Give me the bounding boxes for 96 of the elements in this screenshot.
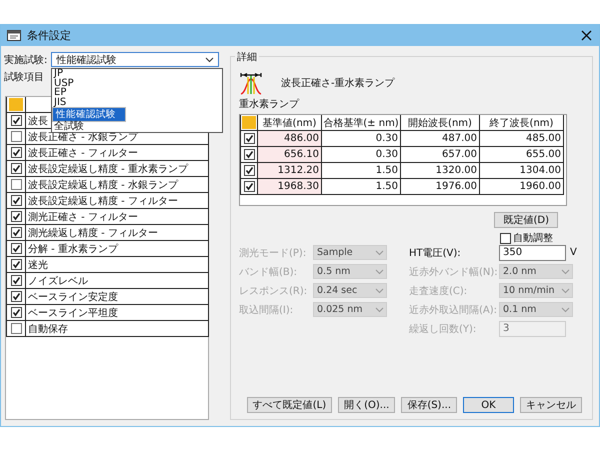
chevron-icon (561, 268, 570, 274)
checkbox[interactable] (10, 323, 22, 334)
field-label: 近赤外バンド幅(N): (409, 266, 495, 278)
table-cell: 487.00 (401, 131, 480, 147)
checkbox[interactable] (10, 307, 22, 318)
dropdown-option[interactable]: USP (52, 78, 222, 88)
table-cell: 0.30 (322, 147, 401, 163)
checkbox[interactable] (500, 232, 511, 244)
table-cell: 1960.00 (480, 179, 564, 195)
checkbox[interactable] (244, 181, 254, 192)
unit-label: V (570, 247, 577, 258)
dropdown-option[interactable]: JP (52, 69, 222, 78)
table-cell: 1.50 (322, 163, 401, 179)
test-item-name: 測光繰返し精度 - フィルター (28, 226, 158, 240)
field-label: 繰返し回数(Y): (409, 322, 478, 336)
test-item-name: 波長設定繰返し精度 - フィルター (28, 194, 178, 208)
chevron-icon (375, 268, 384, 274)
field-label: バンド幅(B): (239, 266, 298, 278)
test-item-name: ベースライン安定度 (28, 290, 118, 304)
table-cell: 0.30 (322, 131, 401, 147)
checkbox[interactable] (10, 179, 22, 190)
table-cell: 655.00 (480, 147, 564, 163)
table-cell: 657.00 (401, 147, 480, 163)
checkbox[interactable] (10, 147, 22, 158)
checkbox[interactable] (10, 115, 22, 126)
checkbox[interactable] (10, 291, 22, 302)
checkbox[interactable] (10, 195, 22, 206)
field-label: レスポンス(R): (239, 284, 308, 298)
table-cell: 1304.00 (480, 163, 564, 179)
table-cell: 485.00 (480, 131, 564, 147)
default-button[interactable]: 既定値(D) (494, 212, 558, 228)
field-label: HT電圧(V): (409, 246, 462, 260)
test-items-label: 試験項目 (4, 70, 44, 84)
lamp-label: 重水素ランプ (239, 98, 300, 111)
dialog-button[interactable]: OK (463, 397, 514, 413)
header-marker (242, 116, 256, 129)
test-item-name: 自動保存 (28, 322, 68, 336)
checkbox[interactable] (10, 259, 22, 270)
dialog-button[interactable]: キャンセル (520, 397, 582, 413)
chevron-icon (375, 250, 384, 256)
dropdown-option[interactable]: EP (52, 88, 222, 98)
chevron-icon (561, 288, 570, 294)
dropdown-option[interactable]: 全試験 (52, 122, 222, 132)
test-item-name: 波長設定繰返し精度 - 水銀ランプ (28, 178, 178, 192)
checkbox[interactable] (244, 165, 254, 176)
test-mode-dropdown[interactable]: 性能確認試験 (51, 52, 220, 67)
checkbox[interactable] (10, 131, 22, 142)
table-cell: 1968.30 (258, 179, 322, 195)
checkbox[interactable] (10, 211, 22, 222)
checkbox[interactable] (244, 149, 254, 160)
test-item-name: ノイズレベル (28, 274, 88, 288)
dialog-button[interactable]: すべて既定値(L) (246, 397, 332, 413)
chevron-icon (561, 306, 570, 312)
details-label: 詳細 (235, 50, 259, 64)
table-cell: 1976.00 (401, 179, 480, 195)
table-cell: 1320.00 (401, 163, 480, 179)
window-title: 条件設定 (27, 28, 71, 43)
field-label: 取込間隔(I): (239, 304, 294, 316)
test-mode-label: 実施試験: (4, 54, 48, 66)
field-label: 走査速度(C): (409, 284, 468, 298)
test-item-name: 分解 - 重水素ランプ (28, 242, 118, 256)
test-item-name: 波長設定繰返し精度 - 重水素ランプ (28, 162, 188, 176)
chevron-icon (205, 56, 214, 62)
test-item-name: 波長 (28, 114, 48, 128)
test-item-name: ベースライン平坦度 (28, 306, 118, 320)
chevron-icon (375, 306, 384, 312)
dialog-button[interactable]: 保存(S)... (401, 397, 457, 413)
checkbox[interactable] (10, 275, 22, 286)
window-icon (7, 30, 21, 41)
column-header: 終了波長(nm) (490, 116, 554, 130)
table-cell: 1312.20 (258, 163, 322, 179)
dropdown-option[interactable]: JIS (52, 98, 222, 107)
table-cell: 486.00 (258, 131, 322, 147)
checkbox[interactable] (10, 163, 22, 174)
dropdown-option[interactable]: 性能確認試験 (52, 107, 126, 122)
checkbox[interactable] (10, 243, 22, 254)
test-item-name: 測光正確さ - フィルター (28, 210, 138, 224)
dialog-button[interactable]: 開く(O)... (338, 397, 396, 413)
auto-adjust-label: 自動調整 (513, 232, 553, 245)
field-label: 近赤外取込間隔(A): (409, 304, 495, 316)
column-header: 開始波長(nm) (408, 116, 472, 130)
field-label: 測光モード(P): (239, 246, 308, 260)
table-cell: 1.50 (322, 179, 401, 195)
peak-icon (239, 71, 263, 95)
chevron-icon (375, 288, 384, 294)
checkbox[interactable] (10, 227, 22, 238)
checkbox[interactable] (244, 133, 254, 144)
header-marker (9, 98, 23, 111)
test-item-name: 波長正確さ - フィルター (28, 146, 138, 160)
column-header: 基準値(nm) (262, 116, 316, 130)
input-field[interactable]: 350 (499, 244, 566, 260)
table-cell: 656.10 (258, 147, 322, 163)
test-item-name: 迷光 (28, 258, 48, 272)
column-header: 合格基準(± nm) (323, 116, 399, 130)
close-icon[interactable] (581, 30, 592, 41)
test-name: 波長正確さ-重水素ランプ (281, 76, 395, 90)
